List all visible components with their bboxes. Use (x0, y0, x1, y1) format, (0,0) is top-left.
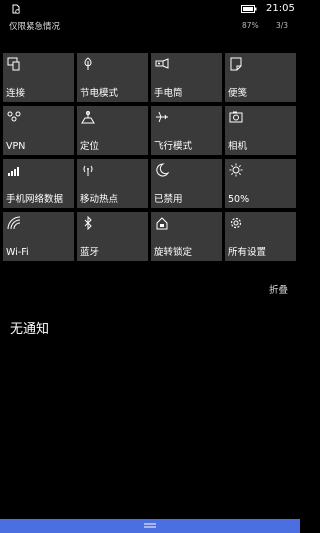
flashlight-icon (155, 58, 169, 69)
tile-location[interactable]: 定位 (77, 106, 148, 155)
location-icon (81, 111, 95, 124)
tile-label: 连接 (6, 88, 26, 99)
tile-vpn[interactable]: VPN (3, 106, 74, 155)
tile-camera[interactable]: 相机 (225, 106, 296, 155)
tile-label: 移动热点 (80, 194, 119, 205)
signal-icon (8, 167, 19, 176)
tile-brightness[interactable]: 50% (225, 159, 296, 208)
wifi-icon (7, 216, 21, 230)
tile-label: 蓝牙 (80, 247, 100, 258)
tile-label: 节电模式 (80, 88, 119, 99)
collapse-button[interactable]: 折叠 (269, 282, 288, 296)
status-subbar: 仅限紧急情况 87% 3/3 (0, 20, 300, 34)
tile-label: 旋转锁定 (154, 247, 193, 258)
tile-bluetooth[interactable]: 蓝牙 (77, 212, 148, 261)
tile-note[interactable]: 便笺 (225, 53, 296, 102)
status-bar: 21:05 (0, 0, 300, 18)
brightness-icon (229, 163, 243, 177)
tile-rotation-lock[interactable]: 旋转锁定 (151, 212, 222, 261)
tile-all-settings[interactable]: 所有设置 (225, 212, 296, 261)
tile-label: 所有设置 (228, 247, 267, 258)
tile-label: 50% (228, 194, 250, 205)
note-icon (230, 57, 242, 71)
battery-icon (241, 5, 257, 13)
airplane-icon (156, 111, 168, 123)
tile-label: VPN (6, 141, 26, 152)
tile-label: 定位 (80, 141, 100, 152)
drag-handle-icon (144, 523, 156, 528)
rotation-lock-icon (156, 217, 168, 230)
gear-icon (230, 217, 242, 229)
tile-wifi[interactable]: Wi-Fi (3, 212, 74, 261)
page-indicator: 3/3 (276, 21, 289, 30)
tile-label: 手电筒 (154, 88, 183, 99)
tile-label: 飞行模式 (154, 141, 193, 152)
action-center-handle-bar[interactable] (0, 519, 300, 533)
sim-icon (12, 4, 20, 14)
tile-label: Wi-Fi (6, 247, 29, 258)
hotspot-icon (83, 165, 93, 176)
connect-icon (7, 57, 20, 71)
battery-percentage: 87% (242, 21, 259, 30)
tile-label: 手机网络数据 (6, 194, 64, 205)
tile-battery-saver[interactable]: 节电模式 (77, 53, 148, 102)
moon-icon (156, 163, 169, 177)
emergency-only-text: 仅限紧急情况 (9, 22, 61, 32)
bluetooth-icon (84, 216, 92, 230)
tile-mobile-hotspot[interactable]: 移动热点 (77, 159, 148, 208)
battery-saver-icon (84, 57, 92, 70)
tile-connect[interactable]: 连接 (3, 53, 74, 102)
tile-label: 便笺 (228, 88, 248, 99)
tile-cellular-data[interactable]: 手机网络数据 (3, 159, 74, 208)
tile-label: 相机 (228, 141, 248, 152)
camera-icon (229, 111, 243, 123)
vpn-icon (7, 111, 21, 122)
tile-flashlight[interactable]: 手电筒 (151, 53, 222, 102)
tile-quiet-hours[interactable]: 已禁用 (151, 159, 222, 208)
tile-airplane[interactable]: 飞行模式 (151, 106, 222, 155)
tile-label: 已禁用 (154, 194, 183, 205)
clock: 21:05 (266, 3, 295, 14)
no-notifications-text: 无通知 (10, 322, 50, 337)
